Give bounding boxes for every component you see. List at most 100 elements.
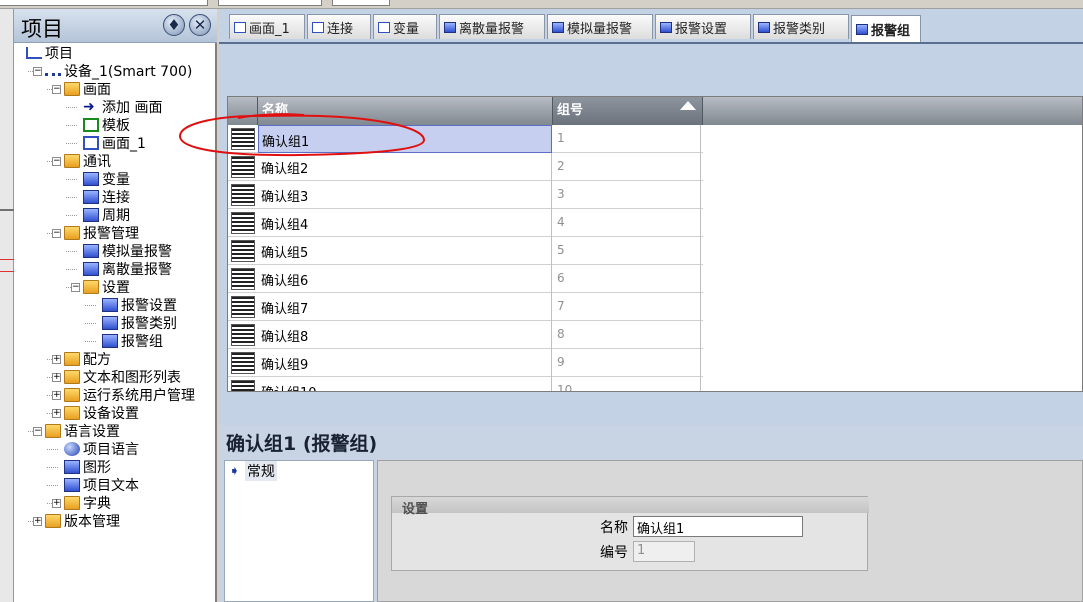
tab-tag[interactable]: 变量 [373, 14, 437, 39]
table-row[interactable]: 确认组2 2 [228, 153, 703, 181]
tree-item[interactable]: 通讯 [64, 152, 111, 170]
project-panel: 项目 ♦ ✕ 项目 − 设备_1(Smart 700) − 画面 ➜ 添加 画面 模板 画面_1… [14, 9, 217, 602]
tree-item[interactable]: 语言设置 [45, 422, 120, 440]
row-header-icon[interactable] [231, 240, 255, 262]
row-header-icon[interactable] [231, 184, 255, 206]
table-row[interactable]: 确认组1 1 [228, 125, 703, 153]
tree-item[interactable]: 报警组 [102, 332, 163, 350]
tree-item[interactable]: 版本管理 [45, 512, 120, 530]
cell-number[interactable]: 4 [553, 209, 701, 237]
expand-icon[interactable]: + [33, 517, 42, 526]
cell-name[interactable]: 确认组8 [258, 321, 552, 349]
cell-number[interactable]: 9 [553, 349, 701, 377]
tree-item[interactable]: 模拟量报警 [83, 242, 172, 260]
row-header-icon[interactable] [231, 380, 255, 391]
expand-icon[interactable]: + [52, 373, 61, 382]
tree-item[interactable]: ➜ 添加 画面 [83, 98, 162, 116]
tree-item[interactable]: 文本和图形列表 [64, 368, 181, 386]
row-header-corner[interactable] [228, 97, 258, 125]
tree-item-label: 项目 [45, 46, 73, 62]
row-header-icon[interactable] [231, 324, 255, 346]
cell-number[interactable]: 3 [553, 181, 701, 209]
tree-item[interactable]: 报警类别 [102, 314, 177, 332]
tree-item[interactable]: 运行系统用户管理 [64, 386, 195, 404]
expand-icon[interactable]: + [52, 499, 61, 508]
tab-alarm-settings[interactable]: 报警设置 [655, 14, 751, 39]
collapse-icon[interactable]: − [33, 67, 42, 76]
collapse-icon[interactable]: − [52, 85, 61, 94]
toolbar-combo-1 [0, 0, 208, 6]
cell-number[interactable]: 1 [553, 125, 701, 153]
tree-item-label: 通讯 [83, 154, 111, 170]
tab-alarm-class[interactable]: 报警类别 [753, 14, 849, 39]
row-header-icon[interactable] [231, 212, 255, 234]
collapse-icon[interactable]: − [52, 229, 61, 238]
cell-name[interactable]: 确认组2 [258, 153, 552, 181]
number-field[interactable]: 1 [633, 541, 695, 562]
tab-screen[interactable]: 画面_1 [229, 14, 305, 39]
name-field[interactable]: 确认组1 [633, 516, 803, 537]
row-header-icon[interactable] [231, 268, 255, 290]
cell-number[interactable]: 6 [553, 265, 701, 293]
tab-alarm-group[interactable]: 报警组 [851, 15, 921, 42]
close-icon[interactable]: ✕ [189, 14, 211, 36]
tree-item[interactable]: 设备_1(Smart 700) [45, 62, 192, 80]
cell-number[interactable]: 10 [553, 377, 701, 391]
row-header-icon[interactable] [231, 128, 255, 150]
tree-item[interactable]: 图形 [64, 458, 111, 476]
column-header-name[interactable]: 名称 [258, 97, 553, 125]
expand-icon[interactable]: + [52, 409, 61, 418]
collapse-icon[interactable]: − [33, 427, 42, 436]
cell-name[interactable]: 确认组5 [258, 237, 552, 265]
collapse-icon[interactable]: − [71, 283, 80, 292]
table-row[interactable]: 确认组4 4 [228, 209, 703, 237]
edge-line-red [0, 259, 14, 260]
tree-item[interactable]: 设置 [83, 278, 130, 296]
collapse-icon[interactable]: − [52, 157, 61, 166]
cell-name[interactable]: 确认组3 [258, 181, 552, 209]
tree-item[interactable]: 报警管理 [64, 224, 139, 242]
cell-number[interactable]: 2 [553, 153, 701, 181]
tree-item[interactable]: 变量 [83, 170, 130, 188]
tree-item[interactable]: 项目 [26, 44, 73, 62]
table-row[interactable]: 确认组9 9 [228, 349, 703, 377]
cell-number[interactable]: 5 [553, 237, 701, 265]
cell-name[interactable]: 确认组6 [258, 265, 552, 293]
tree-item[interactable]: 字典 [64, 494, 111, 512]
tree-item[interactable]: 报警设置 [102, 296, 177, 314]
row-header-icon[interactable] [231, 296, 255, 318]
row-header-icon[interactable] [231, 352, 255, 374]
tree-item[interactable]: 画面_1 [83, 134, 146, 152]
table-row[interactable]: 确认组1010 [228, 377, 703, 391]
tree-item[interactable]: 连接 [83, 188, 130, 206]
expand-icon[interactable]: + [52, 391, 61, 400]
tree-item[interactable]: 项目文本 [64, 476, 139, 494]
table-row[interactable]: 确认组7 7 [228, 293, 703, 321]
cell-name[interactable]: 确认组9 [258, 349, 552, 377]
tree-item[interactable]: 模板 [83, 116, 130, 134]
cell-number[interactable]: 7 [553, 293, 701, 321]
tree-item[interactable]: 周期 [83, 206, 130, 224]
table-row[interactable]: 确认组6 6 [228, 265, 703, 293]
tree-item[interactable]: 画面 [64, 80, 111, 98]
cell-number[interactable]: 8 [553, 321, 701, 349]
column-header-number[interactable]: 组号 [553, 97, 703, 125]
tree-item[interactable]: 项目语言 [64, 440, 139, 458]
cell-name[interactable]: 确认组10 [258, 377, 552, 391]
tab-connection[interactable]: 连接 [307, 14, 371, 39]
cell-name[interactable]: 确认组7 [258, 293, 552, 321]
cell-name[interactable]: 确认组4 [258, 209, 552, 237]
inspector-nav-general[interactable]: ➧ 常规 [229, 461, 277, 481]
table-row[interactable]: 确认组8 8 [228, 321, 703, 349]
pin-icon[interactable]: ♦ [163, 14, 185, 36]
tab-discrete-alarm[interactable]: 离散量报警 [439, 14, 545, 39]
expand-icon[interactable]: + [52, 355, 61, 364]
tree-item[interactable]: 离散量报警 [83, 260, 172, 278]
tab-analog-alarm[interactable]: 模拟量报警 [547, 14, 653, 39]
tree-item[interactable]: 设备设置 [64, 404, 139, 422]
row-header-icon[interactable] [231, 156, 255, 178]
table-row[interactable]: 确认组5 5 [228, 237, 703, 265]
table-row[interactable]: 确认组3 3 [228, 181, 703, 209]
cell-name[interactable]: 确认组1 [258, 125, 552, 153]
tree-item[interactable]: 配方 [64, 350, 111, 368]
